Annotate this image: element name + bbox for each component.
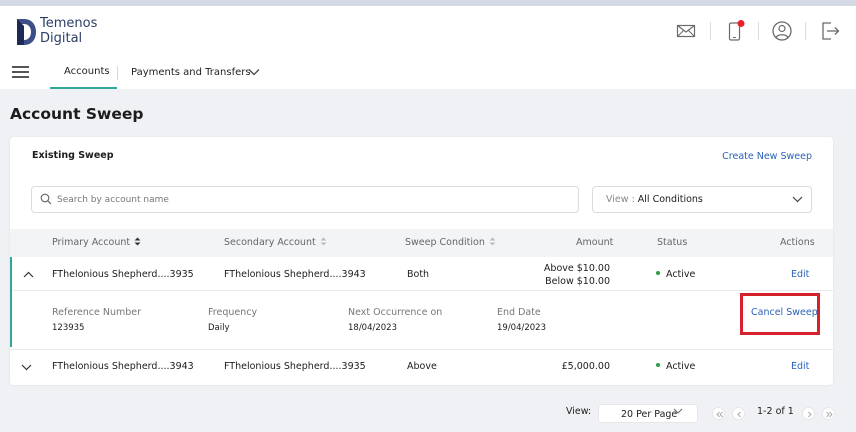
view-conditions-select[interactable]: View : All Conditions xyxy=(592,186,812,213)
table-row: FThelonious Shepherd....3943 FThelonious… xyxy=(10,349,833,383)
table-header: Primary Account Secondary Account Sweep … xyxy=(10,229,833,257)
mobile-notification-icon[interactable] xyxy=(724,20,748,42)
table-row-summary: FThelonious Shepherd....3935 FThelonious… xyxy=(12,257,833,291)
page-total: of 1 xyxy=(775,406,794,417)
logo-d-icon xyxy=(17,19,36,45)
secondary-account-cell: FThelonious Shepherd....3935 xyxy=(224,361,366,372)
amount-cell: £5,000.00 xyxy=(561,361,610,372)
column-header-label: Primary Account xyxy=(52,237,131,248)
logout-icon[interactable] xyxy=(819,20,841,42)
status-dot-icon xyxy=(656,271,660,275)
amount-line: Below $10.00 xyxy=(545,276,610,287)
status-text: Active xyxy=(666,269,696,280)
sweep-condition-cell: Above xyxy=(407,361,437,372)
next-occurrence-value: 18/04/2023 xyxy=(348,323,397,333)
end-date-value: 19/04/2023 xyxy=(497,323,546,333)
header-separator xyxy=(805,22,806,40)
secondary-account-cell: FThelonious Shepherd....3943 xyxy=(224,269,366,280)
sort-active-icon[interactable] xyxy=(134,237,141,246)
edit-button[interactable]: Edit xyxy=(791,361,809,372)
active-tab-indicator xyxy=(50,87,117,89)
existing-sweep-card: Existing Sweep Create New Sweep View : A… xyxy=(10,137,833,385)
user-profile-icon[interactable] xyxy=(771,20,793,42)
search-box xyxy=(31,186,579,213)
logo-text: Temenos Digital xyxy=(40,16,97,46)
status-badge: Active xyxy=(656,269,695,280)
per-page-value: 20 Per Page xyxy=(621,409,678,420)
cancel-sweep-label: Cancel Sweep xyxy=(751,307,818,318)
cancel-sweep-button[interactable]: Cancel Sweep xyxy=(740,293,820,335)
amount-cell: Above $10.00 Below $10.00 xyxy=(532,262,610,288)
column-header-label: Sweep Condition xyxy=(405,237,485,248)
status-badge: Active xyxy=(656,361,695,372)
last-page-button[interactable] xyxy=(822,407,835,420)
view-select-label: View : All Conditions xyxy=(606,194,703,205)
column-header-label: Secondary Account xyxy=(224,237,316,248)
pagination-view-label: View: xyxy=(566,406,592,417)
tab-divider xyxy=(117,66,118,80)
page-range: 1-2 of 1 xyxy=(757,406,794,417)
sort-icon[interactable] xyxy=(489,237,496,246)
column-header-secondary-account[interactable]: Secondary Account xyxy=(224,237,327,248)
amount-line: Above $10.00 xyxy=(543,263,610,274)
column-header-status: Status xyxy=(657,237,688,248)
status-dot-icon xyxy=(656,363,660,367)
table-row: FThelonious Shepherd....3935 FThelonious… xyxy=(10,257,833,347)
next-page-button[interactable] xyxy=(802,407,815,420)
view-select-value: All Conditions xyxy=(637,194,703,205)
first-page-button[interactable] xyxy=(712,407,725,420)
card-title: Existing Sweep xyxy=(32,150,114,161)
page-title: Account Sweep xyxy=(10,105,144,123)
create-new-sweep-link[interactable]: Create New Sweep xyxy=(722,151,812,162)
per-page-select[interactable]: 20 Per Page xyxy=(598,404,698,423)
search-icon xyxy=(40,193,52,205)
detail-label: End Date xyxy=(497,307,541,318)
primary-account-cell: FThelonious Shepherd....3943 xyxy=(52,361,194,372)
logo-line-1: Temenos xyxy=(40,16,98,31)
previous-page-button[interactable] xyxy=(732,407,745,420)
primary-account-cell: FThelonious Shepherd....3935 xyxy=(52,269,194,280)
tab-accounts[interactable]: Accounts xyxy=(64,66,110,77)
detail-label: Reference Number xyxy=(52,307,142,318)
header-separator xyxy=(758,22,759,40)
tab-payments-and-transfers[interactable]: Payments and Transfers xyxy=(131,67,251,78)
reference-number-value: 123935 xyxy=(52,323,85,333)
logo-line-2: Digital xyxy=(40,31,83,46)
column-header-sweep-condition[interactable]: Sweep Condition xyxy=(405,237,496,248)
hamburger-menu-icon[interactable] xyxy=(12,66,29,78)
chevron-down-icon xyxy=(673,408,683,414)
header-separator xyxy=(710,22,711,40)
detail-label: Next Occurrence on xyxy=(348,307,443,318)
chevron-down-icon xyxy=(792,196,803,203)
mail-icon[interactable] xyxy=(675,20,697,42)
frequency-value: Daily xyxy=(208,323,230,333)
chevron-down-icon[interactable] xyxy=(21,364,32,371)
sweep-condition-cell: Both xyxy=(407,269,430,280)
page-range-value: 1-2 xyxy=(757,406,773,417)
chevron-down-icon[interactable] xyxy=(248,68,260,76)
column-header-primary-account[interactable]: Primary Account xyxy=(52,237,141,248)
detail-label: Frequency xyxy=(208,307,258,318)
column-header-actions: Actions xyxy=(780,237,815,248)
app-header: Temenos Digital Accounts Payments and Tr… xyxy=(0,6,856,89)
column-header-amount: Amount xyxy=(576,237,614,248)
status-text: Active xyxy=(666,361,696,372)
edit-button[interactable]: Edit xyxy=(791,269,809,280)
search-input[interactable] xyxy=(57,192,567,208)
chevron-up-icon[interactable] xyxy=(23,271,34,278)
sort-icon[interactable] xyxy=(320,237,327,246)
view-label-text: View : xyxy=(606,194,638,205)
